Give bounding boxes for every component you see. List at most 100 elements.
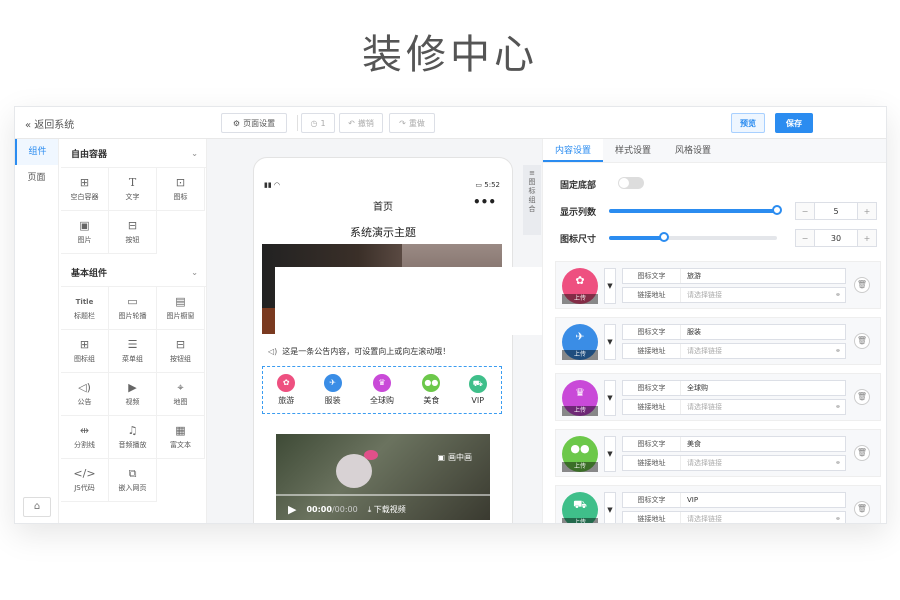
component-menu-group[interactable]: ☰ 菜单组 xyxy=(109,330,157,373)
page-settings-button[interactable]: ⚙ 页面设置 xyxy=(221,113,287,133)
component-embed[interactable]: ⧉ 嵌入网页 xyxy=(109,459,157,502)
link-icon[interactable]: ⚭ xyxy=(831,400,845,414)
link-icon[interactable]: ⚭ xyxy=(831,288,845,302)
trash-icon[interactable]: 🗑 xyxy=(854,333,870,349)
component-carousel[interactable]: ▭ 图片轮播 xyxy=(109,287,157,330)
link-placeholder[interactable]: 请选择链接 xyxy=(681,400,831,414)
component-title-bar[interactable]: Title 标题栏 xyxy=(61,287,109,330)
link-field[interactable]: 链接地址 请选择链接 ⚭ xyxy=(622,343,846,359)
video-player[interactable]: ▣ 画中画 ▶ 00:00/00:00 ⤓ 下载视频 xyxy=(276,434,490,520)
tab-content-settings[interactable]: 内容设置 xyxy=(543,139,604,162)
component-button-group[interactable]: ⊟ 按钮组 xyxy=(157,330,205,373)
tab-pages[interactable]: 页面 xyxy=(15,165,58,191)
minus-icon[interactable]: − xyxy=(796,230,814,246)
component-audio[interactable]: ♫ 音频播放 xyxy=(109,416,157,459)
undo-button[interactable]: ↶ 撤销 xyxy=(339,113,383,133)
pip-button[interactable]: ▣ 画中画 xyxy=(437,452,472,463)
icon-text-field[interactable]: 图标文字 旅游 xyxy=(622,268,846,284)
fixed-bottom-toggle[interactable] xyxy=(618,177,644,189)
component-button[interactable]: ⊟ 按钮 xyxy=(109,211,157,254)
save-button[interactable]: 保存 xyxy=(775,113,813,133)
component-blank-container[interactable]: ⊞ 空白容器 xyxy=(61,168,109,211)
component-map[interactable]: ⌖ 地图 xyxy=(157,373,205,416)
icon-text-value[interactable]: 美食 xyxy=(681,437,845,451)
back-button[interactable]: « 返回系统 xyxy=(25,116,74,131)
group-header-free-container[interactable]: 自由容器 ⌄ xyxy=(59,139,206,167)
component-notice[interactable]: ◁) 公告 xyxy=(61,373,109,416)
component-side-tab[interactable]: ≡ 图标组合 xyxy=(523,165,541,235)
trash-icon[interactable]: 🗑 xyxy=(854,501,870,517)
trash-icon[interactable]: 🗑 xyxy=(854,445,870,461)
link-field[interactable]: 链接地址 请选择链接 ⚭ xyxy=(622,455,846,471)
component-js-code[interactable]: </> JS代码 xyxy=(61,459,109,502)
icon-dropdown[interactable]: ▼ xyxy=(604,324,616,360)
component-image[interactable]: ▣ 图片 xyxy=(61,211,109,254)
download-button[interactable]: ⤓ 下载视频 xyxy=(368,504,406,515)
icon-size-slider[interactable] xyxy=(609,232,777,242)
component-icon[interactable]: ⊡ 图标 xyxy=(157,168,205,211)
upload-thumbnail[interactable]: ✈ 上传 xyxy=(562,324,598,360)
plus-icon[interactable]: + xyxy=(858,203,876,219)
icon-text-value[interactable]: 旅游 xyxy=(681,269,845,283)
link-placeholder[interactable]: 请选择链接 xyxy=(681,512,831,523)
slider-knob[interactable] xyxy=(659,232,670,242)
play-icon[interactable]: ▶ xyxy=(288,503,296,516)
component-showcase[interactable]: ▤ 图片橱窗 xyxy=(157,287,205,330)
icon-text-field[interactable]: 图标文字 全球购 xyxy=(622,380,846,396)
upload-thumbnail[interactable]: ●● 上传 xyxy=(562,436,598,472)
component-video[interactable]: ▶ 视频 xyxy=(109,373,157,416)
link-icon[interactable]: ⚭ xyxy=(831,512,845,523)
nav-icon-global[interactable]: ♛ 全球购 xyxy=(370,374,394,406)
notice-bar[interactable]: ◁) 这是一条公告内容，可设置向上或向左滚动哦！ xyxy=(262,340,502,362)
component-text[interactable]: T 文字 xyxy=(109,168,157,211)
icon-text-value[interactable]: 全球购 xyxy=(681,381,845,395)
icon-dropdown[interactable]: ▼ xyxy=(604,380,616,416)
component-richtext[interactable]: ▦ 富文本 xyxy=(157,416,205,459)
icon-group-block[interactable]: ✿ 旅游 ✈ 服装 ♛ 全球购 ●● 美食 ⛟ VIP xyxy=(262,366,502,414)
link-field[interactable]: 链接地址 请选择链接 ⚭ xyxy=(622,511,846,523)
tab-style-settings[interactable]: 样式设置 xyxy=(603,139,663,162)
icon-text-value[interactable]: VIP xyxy=(681,493,845,507)
icon-text-field[interactable]: 图标文字 服装 xyxy=(622,324,846,340)
trash-icon[interactable]: 🗑 xyxy=(854,277,870,293)
columns-stepper[interactable]: −5 + xyxy=(795,202,877,220)
columns-value[interactable]: 5 xyxy=(814,203,858,219)
upload-thumbnail[interactable]: ✿ 上传 xyxy=(562,268,598,304)
store-icon[interactable]: ⌂ xyxy=(23,497,51,517)
icon-dropdown[interactable]: ▼ xyxy=(604,268,616,304)
link-placeholder[interactable]: 请选择链接 xyxy=(681,288,831,302)
slider-knob[interactable] xyxy=(772,205,782,215)
nav-icon-clothing[interactable]: ✈ 服装 xyxy=(323,374,342,406)
history-button[interactable]: ◷ 1 xyxy=(301,113,335,133)
upload-thumbnail[interactable]: ♛ 上传 xyxy=(562,380,598,416)
component-divider[interactable]: ⇹ 分割线 xyxy=(61,416,109,459)
icon-size-stepper[interactable]: −30 + xyxy=(795,229,877,247)
group-header-basic[interactable]: 基本组件 ⌄ xyxy=(59,258,206,286)
link-field[interactable]: 链接地址 请选择链接 ⚭ xyxy=(622,399,846,415)
icon-text-value[interactable]: 服装 xyxy=(681,325,845,339)
link-placeholder[interactable]: 请选择链接 xyxy=(681,456,831,470)
redo-button[interactable]: ↷ 重做 xyxy=(389,113,435,133)
link-icon[interactable]: ⚭ xyxy=(831,456,845,470)
plus-icon[interactable]: + xyxy=(858,230,876,246)
link-field[interactable]: 链接地址 请选择链接 ⚭ xyxy=(622,287,846,303)
upload-thumbnail[interactable]: ⛟ 上传 xyxy=(562,492,598,523)
link-placeholder[interactable]: 请选择链接 xyxy=(681,344,831,358)
tab-theme-settings[interactable]: 风格设置 xyxy=(663,139,723,162)
more-icon[interactable]: ••• xyxy=(473,195,496,209)
tab-components[interactable]: 组件 xyxy=(15,139,58,165)
nav-icon-vip[interactable]: ⛟ VIP xyxy=(468,375,487,405)
icon-size-value[interactable]: 30 xyxy=(814,230,858,246)
nav-icon-food[interactable]: ●● 美食 xyxy=(422,374,441,406)
link-icon[interactable]: ⚭ xyxy=(831,344,845,358)
icon-dropdown[interactable]: ▼ xyxy=(604,436,616,472)
video-progress[interactable] xyxy=(276,494,490,496)
component-icon-group[interactable]: ⊞ 图标组 xyxy=(61,330,109,373)
trash-icon[interactable]: 🗑 xyxy=(854,389,870,405)
nav-icon-travel[interactable]: ✿ 旅游 xyxy=(277,374,296,406)
icon-dropdown[interactable]: ▼ xyxy=(604,492,616,523)
icon-text-field[interactable]: 图标文字 VIP xyxy=(622,492,846,508)
columns-slider[interactable] xyxy=(609,205,782,215)
icon-text-field[interactable]: 图标文字 美食 xyxy=(622,436,846,452)
minus-icon[interactable]: − xyxy=(796,203,814,219)
